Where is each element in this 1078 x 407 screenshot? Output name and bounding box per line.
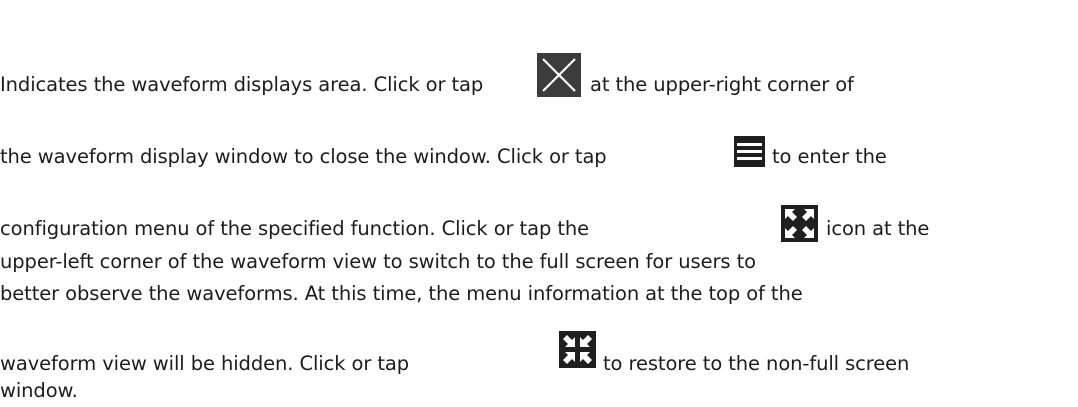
text-line-3a: configuration menu of the specified func…	[0, 217, 590, 240]
text-line-1b: at the upper-right corner of	[590, 73, 854, 96]
text-line-6b: to restore to the non-full screen	[603, 352, 910, 375]
text-line-2a: the waveform display window to close the…	[0, 145, 607, 168]
text-line-3b: icon at the	[826, 217, 930, 240]
menu-icon	[734, 136, 765, 167]
text-line-2b: to enter the	[772, 145, 887, 168]
text-line-6a: waveform view will be hidden. Click or t…	[0, 352, 410, 375]
text-line-7: window.	[0, 379, 78, 402]
exit-fullscreen-icon	[559, 331, 596, 368]
text-line-1a: Indicates the waveform displays area. Cl…	[0, 73, 484, 96]
text-line-5: better observe the waveforms. At this ti…	[0, 282, 803, 305]
fullscreen-icon	[781, 205, 818, 242]
text-line-4: upper-left corner of the waveform view t…	[0, 250, 756, 273]
close-icon	[537, 53, 581, 97]
